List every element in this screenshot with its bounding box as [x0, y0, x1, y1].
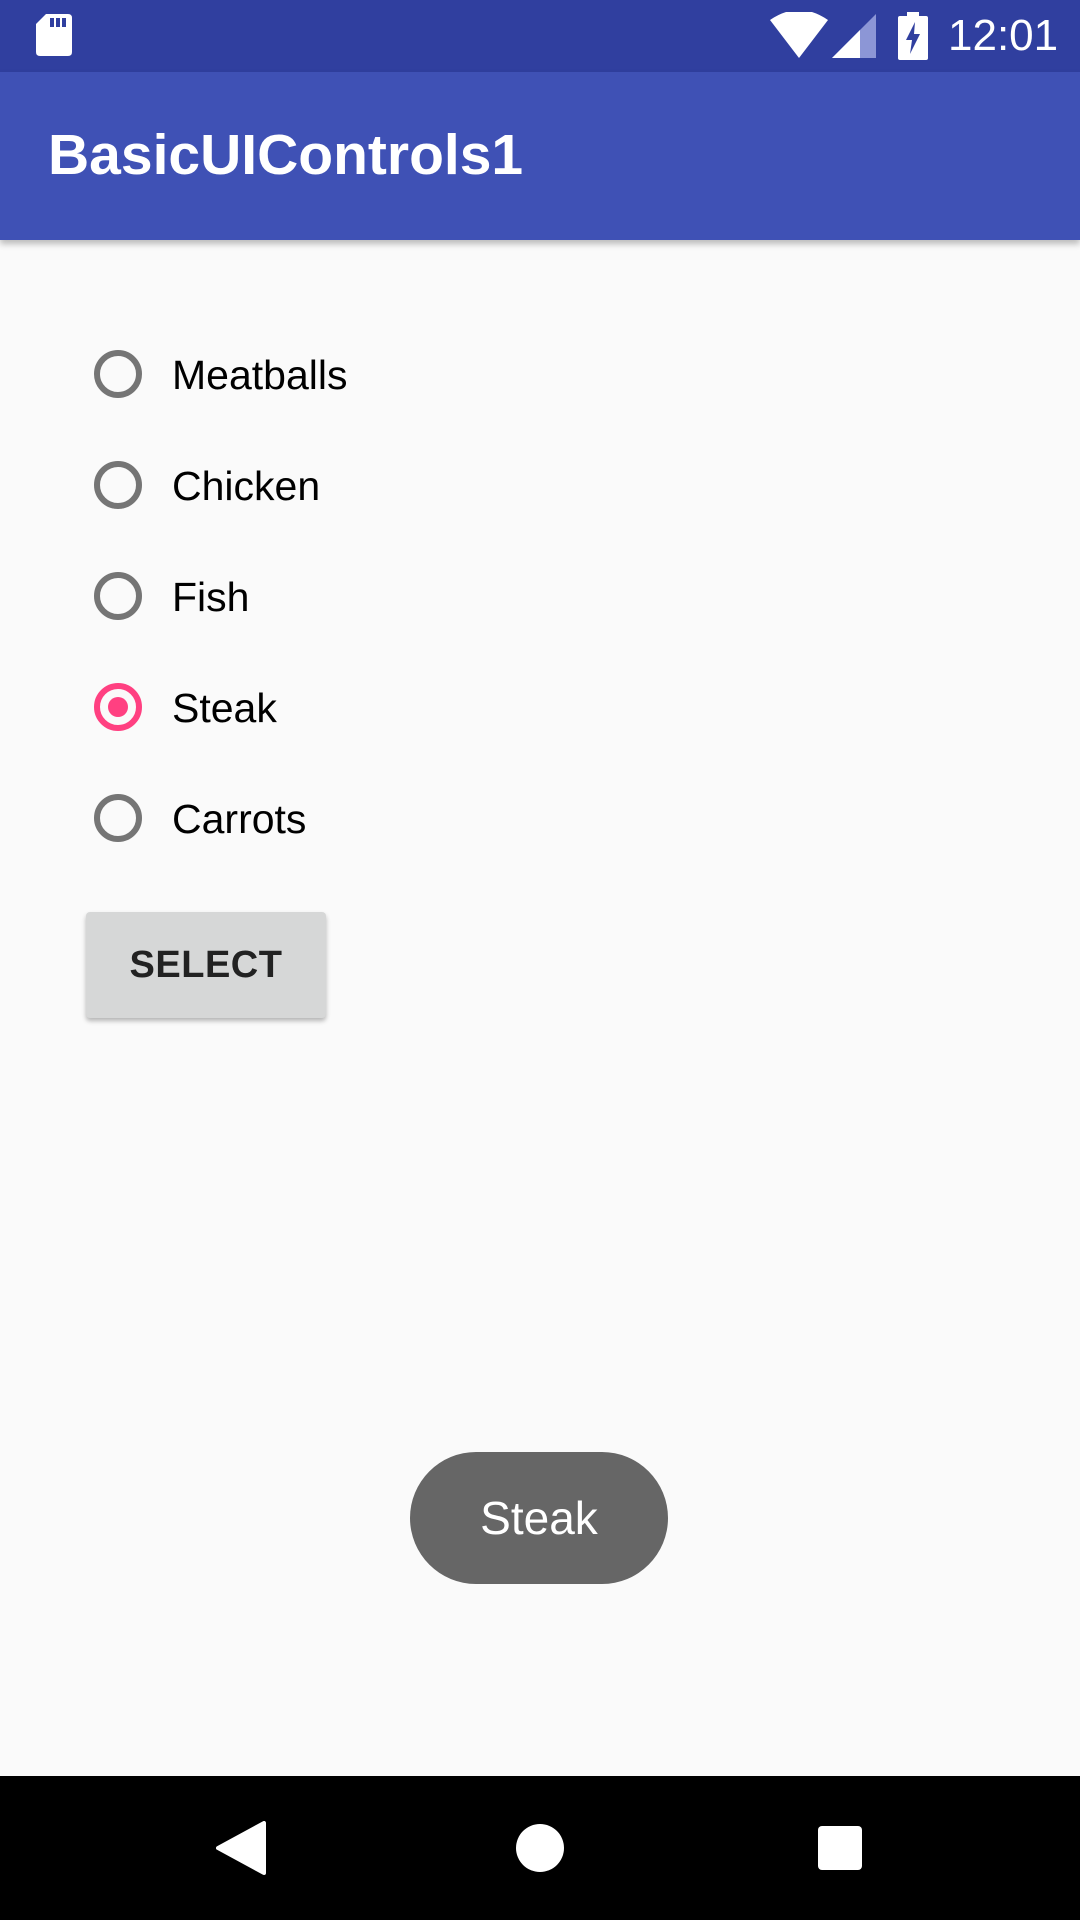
- radio-button-checked-icon[interactable]: [94, 683, 142, 731]
- radio-button-icon[interactable]: [94, 572, 142, 620]
- radio-button-icon[interactable]: [94, 461, 142, 509]
- app-title: BasicUIControls1: [48, 123, 524, 187]
- wifi-icon: [770, 12, 828, 58]
- status-clock: 12:01: [948, 11, 1059, 60]
- radio-option-carrots[interactable]: Carrots: [88, 769, 688, 880]
- radio-button-icon[interactable]: [94, 794, 142, 842]
- navigation-bar: [0, 1776, 1080, 1920]
- radio-option-steak[interactable]: Steak: [88, 658, 688, 769]
- radio-button-icon[interactable]: [94, 350, 142, 398]
- battery-charging-icon: [898, 12, 928, 60]
- signal-icon: [832, 14, 876, 58]
- select-button[interactable]: SELECT: [86, 912, 326, 1018]
- radio-label: Meatballs: [172, 352, 348, 398]
- radio-label: Chicken: [172, 463, 321, 509]
- toast-message: Steak: [410, 1452, 668, 1584]
- radio-option-chicken[interactable]: Chicken: [88, 436, 688, 547]
- radio-label: Carrots: [172, 796, 307, 842]
- app-bar: BasicUIControls1: [0, 72, 1080, 240]
- back-icon[interactable]: [216, 1821, 266, 1875]
- radio-option-meatballs[interactable]: Meatballs: [88, 325, 688, 436]
- radio-label: Fish: [172, 574, 250, 620]
- sd-card-icon: [36, 14, 72, 56]
- status-bar: 12:01: [0, 0, 1080, 72]
- home-icon[interactable]: [516, 1824, 564, 1872]
- recents-icon[interactable]: [818, 1826, 862, 1870]
- radio-label: Steak: [172, 685, 277, 731]
- radio-option-fish[interactable]: Fish: [88, 547, 688, 658]
- food-radio-group: Meatballs Chicken Fish Steak Carrots: [88, 325, 688, 880]
